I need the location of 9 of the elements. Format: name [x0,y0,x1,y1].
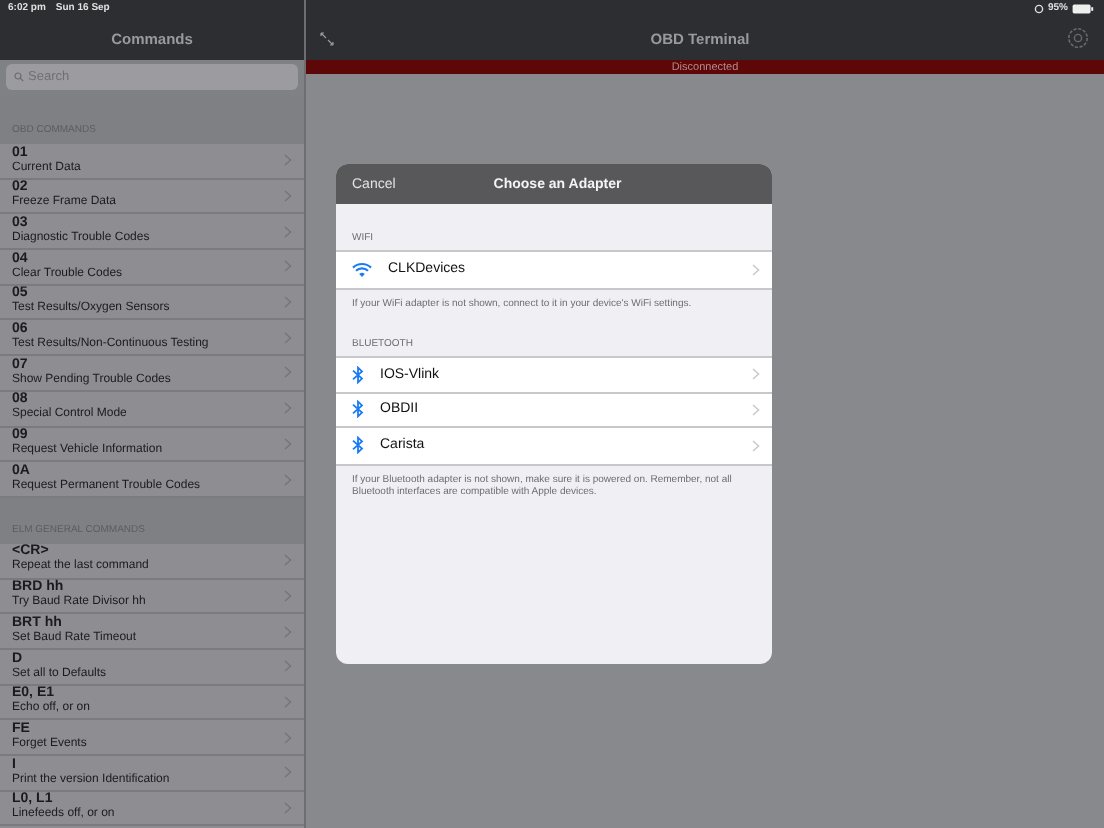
chevron-icon [752,439,760,452]
expand-arrows-icon[interactable] [320,31,334,45]
search-icon [14,72,24,82]
wifi-icon [352,261,372,278]
battery-icon [1072,3,1094,13]
settings-icon[interactable] [1065,26,1090,50]
chevron-icon [752,403,760,416]
chevron-icon [752,368,760,381]
chevron-icon [752,263,760,276]
